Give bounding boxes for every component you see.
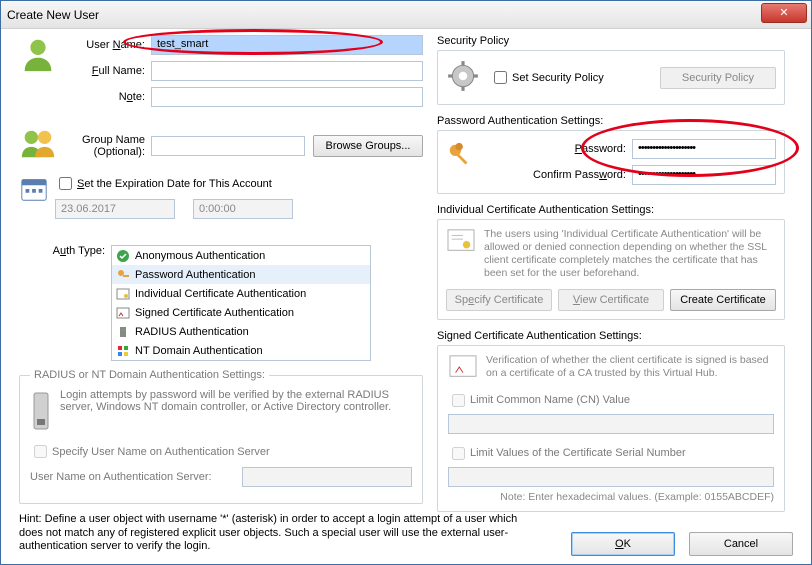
dialog-window: Create New User ✕ User Name: [0,0,812,565]
key-icon [116,268,130,282]
close-button[interactable]: ✕ [761,3,807,23]
specify-username-checkbox: Specify User Name on Authentication Serv… [30,442,412,461]
set-security-policy-checkbox[interactable]: Set Security Policy [490,68,604,87]
fullname-label: Full Name: [63,65,151,77]
note-input[interactable] [151,87,423,107]
auth-item-signed-cert[interactable]: Signed Certificate Authentication [112,303,370,322]
keys-icon [446,139,476,185]
cancel-button[interactable]: Cancel [689,532,793,556]
auth-item-anonymous[interactable]: Anonymous Authentication [112,246,370,265]
limit-cn-checkbox: Limit Common Name (CN) Value [448,391,774,410]
pwd-heading: Password Authentication Settings: [437,115,785,127]
signed-cert-doc-icon [448,354,478,383]
expiration-checkbox[interactable]: Set the Expiration Date for This Account [55,174,423,193]
expiration-checkbox-box[interactable] [59,177,72,190]
window-title: Create New User [7,8,99,22]
group-label: Group Name (Optional): [63,134,151,158]
auth-item-ntdomain[interactable]: NT Domain Authentication [112,341,370,360]
username-input[interactable]: test_smart [151,35,423,55]
titlebar: Create New User ✕ [1,1,811,29]
password-label: Password: [482,143,632,155]
auth-item-password[interactable]: Password Authentication [112,265,370,284]
indcert-heading: Individual Certificate Authentication Se… [437,204,785,216]
confirm-password-label: Confirm Password: [482,169,632,181]
close-icon: ✕ [779,7,788,19]
password-input[interactable]: •••••••••••••••••••• [632,139,776,159]
group-input[interactable] [151,136,305,156]
note-label: Note: [63,91,151,103]
signed-cert-icon [116,306,130,320]
security-policy-button: Security Policy [660,67,776,89]
certificate-icon [116,287,130,301]
content: User Name: test_smart Full Name: Note: [1,29,811,564]
server-tower-icon [30,389,52,436]
signedcert-heading: Signed Certificate Authentication Settin… [437,330,785,342]
hint-text: Hint: Define a user object with username… [19,513,539,554]
left-column: User Name: test_smart Full Name: Note: [19,35,423,512]
fullname-input[interactable] [151,61,423,81]
username-label: User Name: [63,39,151,51]
server-username-label: User Name on Authentication Server: [30,471,242,483]
indcert-desc: The users using 'Individual Certificate … [484,228,776,281]
gear-icon [446,59,480,96]
server-icon [116,325,130,339]
auth-type-label: Auth Type: [19,245,111,257]
radius-desc: Login attempts by password will be verif… [60,389,412,436]
limit-cn-input [448,414,774,434]
confirm-password-input[interactable]: •••••••••••••••••••• [632,165,776,185]
auth-type-list[interactable]: Anonymous Authentication Password Authen… [111,245,371,361]
cert-doc-icon [446,228,476,281]
server-username-input [242,467,412,487]
windows-icon [116,344,130,358]
ok-button[interactable]: OK [571,532,675,556]
user-icon [19,35,57,113]
view-certificate-button: View Certificate [558,289,664,311]
radius-legend: RADIUS or NT Domain Authentication Setti… [30,369,269,381]
right-column: Security Policy Set Security Policy Secu… [437,35,785,512]
limit-serial-checkbox: Limit Values of the Certificate Serial N… [448,444,774,463]
signedcert-desc: Verification of whether the client certi… [486,354,774,383]
browse-groups-button[interactable]: Browse Groups... [313,135,423,157]
create-certificate-button[interactable]: Create Certificate [670,289,776,311]
auth-item-individual-cert[interactable]: Individual Certificate Authentication [112,284,370,303]
check-circle-icon [116,249,130,263]
users-icon [19,125,57,166]
hex-note: Note: Enter hexadecimal values. (Example… [448,491,774,503]
specify-certificate-button: Specify Certificate [446,289,552,311]
security-policy-heading: Security Policy [437,35,785,47]
expiration-date-input [55,199,175,219]
limit-serial-input [448,467,774,487]
auth-item-radius[interactable]: RADIUS Authentication [112,322,370,341]
expiration-time-input [193,199,293,219]
radius-settings-group: RADIUS or NT Domain Authentication Setti… [19,369,423,504]
calendar-icon [19,174,49,207]
